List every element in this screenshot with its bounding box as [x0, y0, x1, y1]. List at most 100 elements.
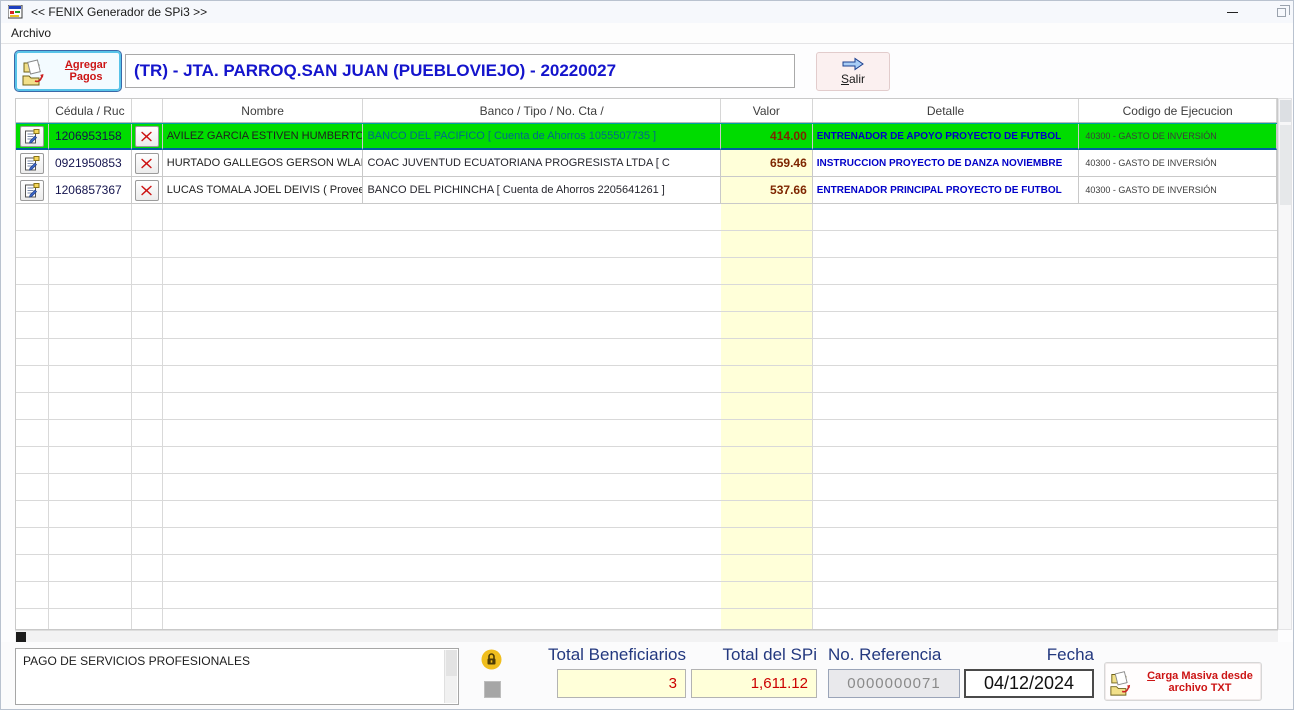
fecha-value[interactable]: 04/12/2024 — [964, 669, 1094, 698]
valor-cell[interactable]: 659.46 — [721, 150, 813, 177]
column-header-xbtn — [132, 99, 163, 122]
agregar-pagos-label: Agregar Pagos — [57, 59, 115, 83]
empty-row[interactable] — [16, 258, 1277, 285]
observacion-scroll-thumb[interactable] — [446, 650, 457, 676]
lock-icon[interactable] — [481, 649, 502, 670]
minimize-button[interactable] — [1211, 1, 1253, 23]
salir-label: Salir — [841, 72, 865, 86]
nombre-cell[interactable]: LUCAS TOMALA JOEL DEIVIS ( Proveedor ) — [163, 177, 364, 204]
empty-cell — [1079, 339, 1277, 366]
empty-cell — [49, 447, 132, 474]
empty-cell — [49, 312, 132, 339]
empty-cell — [163, 528, 364, 555]
empty-cell — [16, 366, 49, 393]
valor-cell[interactable]: 414.00 — [721, 124, 813, 150]
column-header-banco: Banco / Tipo / No. Cta / — [363, 99, 720, 122]
edit-row-icon — [24, 183, 40, 198]
empty-row[interactable] — [16, 474, 1277, 501]
codigo-cell[interactable]: 40300 - GASTO DE INVERSIÓN — [1079, 177, 1277, 204]
cedula-cell[interactable]: 0921950853 — [49, 150, 132, 177]
empty-cell — [49, 204, 132, 231]
empty-cell — [363, 420, 720, 447]
edit-cell — [16, 177, 49, 204]
empty-cell — [363, 609, 720, 630]
empty-row[interactable] — [16, 582, 1277, 609]
empty-cell — [1079, 528, 1277, 555]
menu-archivo[interactable]: Archivo — [3, 26, 59, 40]
empty-cell — [132, 501, 163, 528]
empty-cell — [363, 501, 720, 528]
empty-cell — [16, 231, 49, 258]
empty-row[interactable] — [16, 204, 1277, 231]
payment-row-1[interactable]: 1206953158 AVILEZ GARCIA ESTIVEN HUMBERTO… — [16, 123, 1277, 150]
empty-row[interactable] — [16, 501, 1277, 528]
codigo-cell[interactable]: 40300 - GASTO DE INVERSIÓN — [1079, 150, 1277, 177]
empty-cell — [16, 339, 49, 366]
cedula-cell[interactable]: 1206953158 — [49, 124, 132, 150]
salir-button[interactable]: Salir — [816, 52, 890, 91]
delete-row-button[interactable] — [135, 126, 159, 147]
empty-cell — [49, 501, 132, 528]
restore-button[interactable] — [1253, 1, 1294, 23]
delete-row-button[interactable] — [135, 153, 159, 174]
empty-row[interactable] — [16, 528, 1277, 555]
empty-row[interactable] — [16, 393, 1277, 420]
app-window: << FENIX Generador de SPi3 >> Archivo Ag… — [0, 0, 1294, 710]
empty-row[interactable] — [16, 366, 1277, 393]
vscroll-thumb[interactable] — [1280, 125, 1291, 205]
empty-cell — [16, 609, 49, 630]
empty-row[interactable] — [16, 312, 1277, 339]
edit-cell — [16, 124, 49, 150]
banco-cell[interactable]: COAC JUVENTUD ECUATORIANA PROGRESISTA LT… — [363, 150, 720, 177]
banco-cell[interactable]: BANCO DEL PICHINCHA [ Cuenta de Ahorros … — [363, 177, 720, 204]
carga-masiva-button[interactable]: Carga Masiva desde archivo TXT — [1104, 662, 1262, 701]
delete-cell — [132, 177, 163, 204]
payment-row-3[interactable]: 1206857367 LUCAS TOMALA JOEL DEIVIS ( Pro… — [16, 177, 1277, 204]
banco-cell[interactable]: BANCO DEL PACIFICO [ Cuenta de Ahorros 1… — [363, 124, 720, 150]
hscroll-thumb[interactable] — [16, 632, 26, 642]
delete-x-icon — [140, 157, 153, 170]
empty-cell — [363, 258, 720, 285]
column-header-nombre: Nombre — [163, 99, 364, 122]
empty-row[interactable] — [16, 420, 1277, 447]
empty-cell — [721, 285, 813, 312]
empty-row[interactable] — [16, 609, 1277, 630]
gray-indicator-square[interactable] — [484, 681, 501, 698]
empty-cell — [163, 285, 364, 312]
edit-row-button[interactable] — [20, 126, 44, 147]
delete-row-button[interactable] — [135, 180, 159, 201]
cedula-cell[interactable]: 1206857367 — [49, 177, 132, 204]
empty-row[interactable] — [16, 447, 1277, 474]
empty-cell — [49, 393, 132, 420]
delete-cell — [132, 124, 163, 150]
empty-row[interactable] — [16, 555, 1277, 582]
empty-cell — [363, 393, 720, 420]
detalle-cell[interactable]: ENTRENADOR PRINCIPAL PROYECTO DE FUTBOL — [813, 177, 1080, 204]
empty-row[interactable] — [16, 231, 1277, 258]
vscroll-top-block — [1280, 100, 1291, 122]
detalle-cell[interactable]: INSTRUCCION PROYECTO DE DANZA NOVIEMBRE — [813, 150, 1080, 177]
nombre-cell[interactable]: HURTADO GALLEGOS GERSON WLADIM ( Proveed… — [163, 150, 364, 177]
empty-cell — [1079, 609, 1277, 630]
edit-row-icon — [24, 156, 40, 171]
grid-vertical-scrollbar[interactable] — [1278, 98, 1292, 630]
observacion-textbox[interactable]: PAGO DE SERVICIOS PROFESIONALES — [15, 648, 459, 705]
observacion-scrollbar[interactable] — [444, 650, 457, 703]
spi-title-input[interactable] — [125, 54, 795, 88]
grid-horizontal-scrollbar[interactable] — [15, 630, 1278, 642]
empty-cell — [163, 582, 364, 609]
empty-cell — [132, 339, 163, 366]
edit-row-button[interactable] — [20, 180, 44, 201]
empty-row[interactable] — [16, 285, 1277, 312]
detalle-cell[interactable]: ENTRENADOR DE APOYO PROYECTO DE FUTBOL — [813, 124, 1080, 150]
agregar-pagos-button[interactable]: Agregar Pagos — [15, 51, 121, 91]
valor-cell[interactable]: 537.66 — [721, 177, 813, 204]
codigo-cell[interactable]: 40300 - GASTO DE INVERSIÓN — [1079, 124, 1277, 150]
nombre-cell[interactable]: AVILEZ GARCIA ESTIVEN HUMBERTO ( Proveed… — [163, 124, 364, 150]
payment-row-2[interactable]: 0921950853 HURTADO GALLEGOS GERSON WLADIM… — [16, 150, 1277, 177]
column-header-btn — [16, 99, 49, 122]
empty-cell — [49, 609, 132, 630]
edit-row-button[interactable] — [20, 153, 44, 174]
empty-row[interactable] — [16, 339, 1277, 366]
payments-grid: Cédula / RucNombreBanco / Tipo / No. Cta… — [15, 98, 1278, 630]
